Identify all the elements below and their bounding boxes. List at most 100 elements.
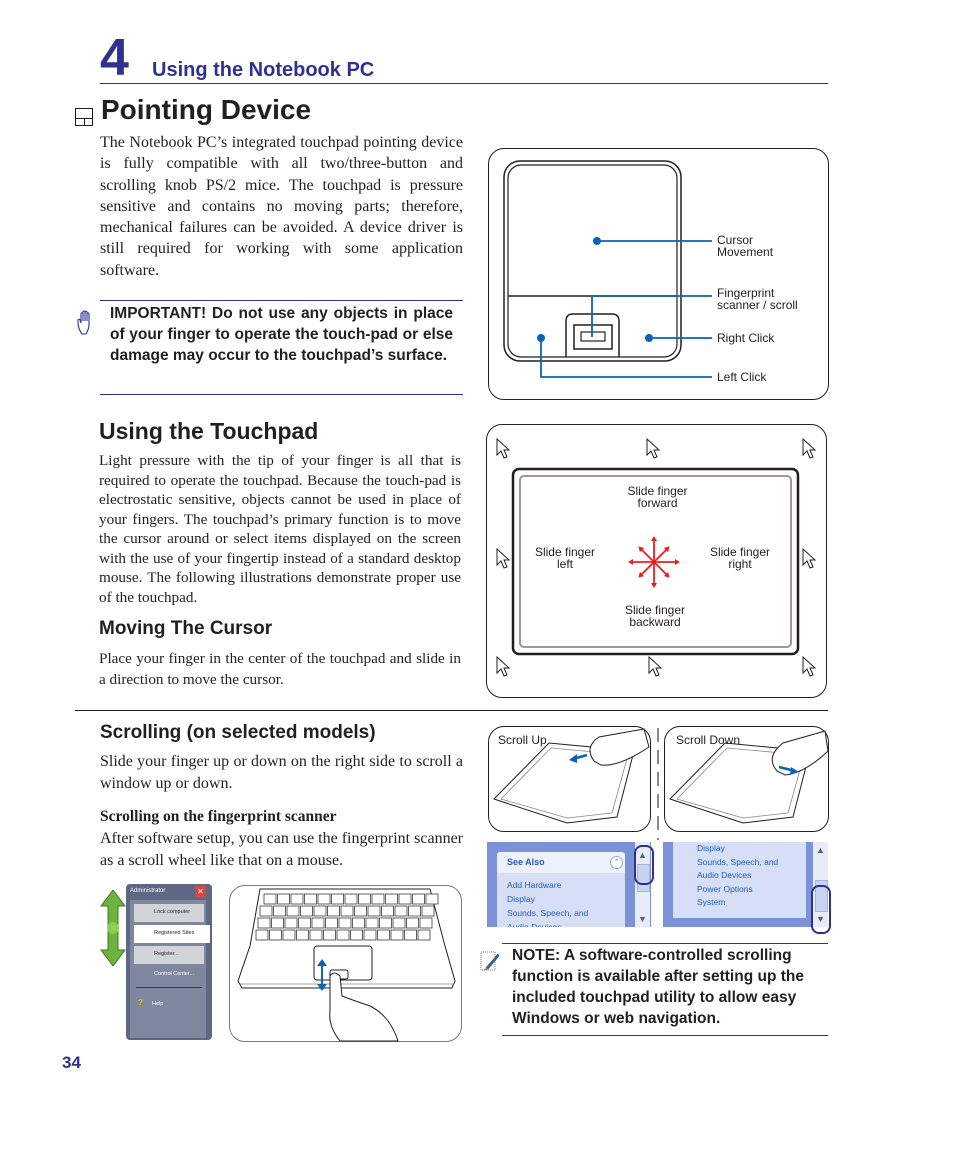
pointer-cursor-icon [802, 655, 817, 677]
menu-item-registered-sites[interactable]: Registered Sites [134, 925, 210, 943]
scroll-up-highlight [634, 845, 654, 885]
help-icon: ? [138, 998, 143, 1007]
control-panel-list: Display Sounds, Speech, and Audio Device… [673, 842, 806, 918]
keyboard-key [296, 929, 309, 941]
keyboard-key [255, 929, 269, 941]
keyboard-key [371, 893, 385, 905]
keyboard-key [325, 917, 338, 929]
see-also-item[interactable]: Add Hardware [507, 878, 588, 892]
scroll-figure-separator [657, 728, 659, 840]
keyboard-key [327, 905, 340, 917]
note-pencil-icon [480, 951, 500, 971]
page-number: 34 [62, 1053, 81, 1072]
scroll-down-figure: Scroll Down [664, 726, 829, 832]
keyboard-key [425, 893, 439, 905]
label-cursor-movement-2: Movement [717, 245, 774, 259]
keyboard-key [404, 929, 417, 941]
label-backward-2: backward [629, 615, 681, 629]
laptop-fingerprint-figure [229, 885, 462, 1042]
keyboard-key [419, 917, 433, 929]
using-touchpad-paragraph: Light pressure with the tip of your fing… [99, 452, 461, 606]
direction-arrowhead [628, 559, 633, 565]
direction-arrowhead [651, 536, 657, 541]
keyboard-key [286, 905, 300, 917]
scroll-down-button[interactable]: ▼ [636, 914, 649, 926]
direction-arrow [639, 547, 655, 563]
windows-panel-right: Display Sounds, Speech, and Audio Device… [663, 842, 828, 927]
see-also-item[interactable]: Audio Devices [507, 920, 588, 927]
keyboard-key [263, 893, 277, 905]
keyboard-key [304, 893, 317, 905]
moving-cursor-paragraph: Place your finger in the center of the t… [99, 650, 461, 688]
list-item[interactable]: System [697, 896, 778, 910]
direction-arrow [653, 561, 669, 577]
hand-stop-icon [77, 310, 90, 335]
cursor-direction-figure: Slide finger forward Slide finger left S… [486, 424, 827, 698]
keyboard-key [394, 905, 408, 917]
pointer-cursor-icon [802, 437, 817, 459]
keyboard-key [323, 929, 336, 941]
close-icon[interactable]: ✕ [195, 886, 206, 897]
touchpad-parts-figure: Cursor Movement Fingerprint scanner / sc… [488, 148, 829, 400]
important-notice: IMPORTANT! Do not use any objects in pla… [110, 305, 453, 364]
see-also-item[interactable]: Display [507, 892, 588, 906]
scroll-up-button[interactable]: ▲ [814, 845, 827, 857]
up-down-arrow-icon [100, 890, 126, 966]
keyboard-key [350, 929, 363, 941]
keyboard-key [311, 917, 325, 929]
collapse-button[interactable]: ⌃ [610, 856, 623, 869]
label-left-2: left [556, 557, 573, 571]
section-divider [75, 710, 828, 711]
pointer-cursor-icon [496, 655, 511, 677]
chapter-title: Using the Notebook PC [152, 59, 375, 81]
laptop-illustration [237, 888, 456, 1042]
see-also-panel: See Also ⌃ Add Hardware Display Sounds, … [497, 852, 625, 927]
pointer-cursor-icon [648, 655, 663, 677]
keyboard-key [313, 905, 327, 917]
keyboard-key [363, 929, 377, 941]
list-item[interactable]: Audio Devices [697, 869, 778, 883]
list-item[interactable]: Display [697, 842, 778, 856]
keyboard-key [421, 905, 435, 917]
fingerprint-scanner [573, 324, 613, 350]
list-item[interactable]: Power Options [697, 883, 778, 897]
keyboard-key [377, 929, 390, 941]
keyboard-key [379, 917, 392, 929]
keyboard-key [298, 917, 311, 929]
touchpad-parts-diagram [503, 160, 712, 378]
see-also-header: See Also [507, 857, 545, 867]
keyboard-key [282, 929, 296, 941]
important-rule-bottom [100, 394, 463, 395]
label-right-click: Right Click [717, 331, 775, 345]
menu-item-help[interactable]: Help [152, 1001, 163, 1007]
keyboard-key [385, 893, 398, 905]
keyboard-key [300, 905, 313, 917]
menu-item-lock[interactable]: Lock computer [134, 904, 204, 922]
chapter-number: 4 [100, 29, 129, 87]
keyboard-key [309, 929, 323, 941]
chapter-rule [100, 83, 828, 84]
fingerprint-leader [591, 295, 712, 337]
see-also-item[interactable]: Sounds, Speech, and [507, 906, 588, 920]
menu-item-control-center[interactable]: Control Center... [154, 971, 194, 977]
scroll-down-label: Scroll Down [676, 733, 741, 747]
keyboard-key [352, 917, 365, 929]
keyboard-key [338, 917, 352, 929]
note-text: NOTE: A software-controlled scrolling fu… [512, 947, 804, 1027]
keyboard-key [340, 905, 354, 917]
keyboard-key [271, 917, 284, 929]
label-left-click: Left Click [717, 370, 767, 384]
menu-title: Administrator [130, 888, 166, 894]
list-item[interactable]: Sounds, Speech, and [697, 856, 778, 870]
keyboard-key [259, 905, 273, 917]
intro-paragraph: The Notebook PC’s integrated touchpad po… [100, 134, 463, 279]
direction-arrow [653, 547, 669, 563]
scroll-up-label: Scroll Up [498, 733, 547, 747]
keyboard-key [392, 917, 406, 929]
menu-item-register[interactable]: Register... [134, 946, 204, 964]
scrolling-paragraph: Slide your finger up or down on the righ… [100, 753, 463, 792]
note-rule-top [502, 943, 828, 944]
keyboard-key [331, 893, 344, 905]
important-rule-top [100, 300, 463, 301]
fingerprint-scroll-paragraph: After software setup, you can use the fi… [100, 830, 463, 869]
